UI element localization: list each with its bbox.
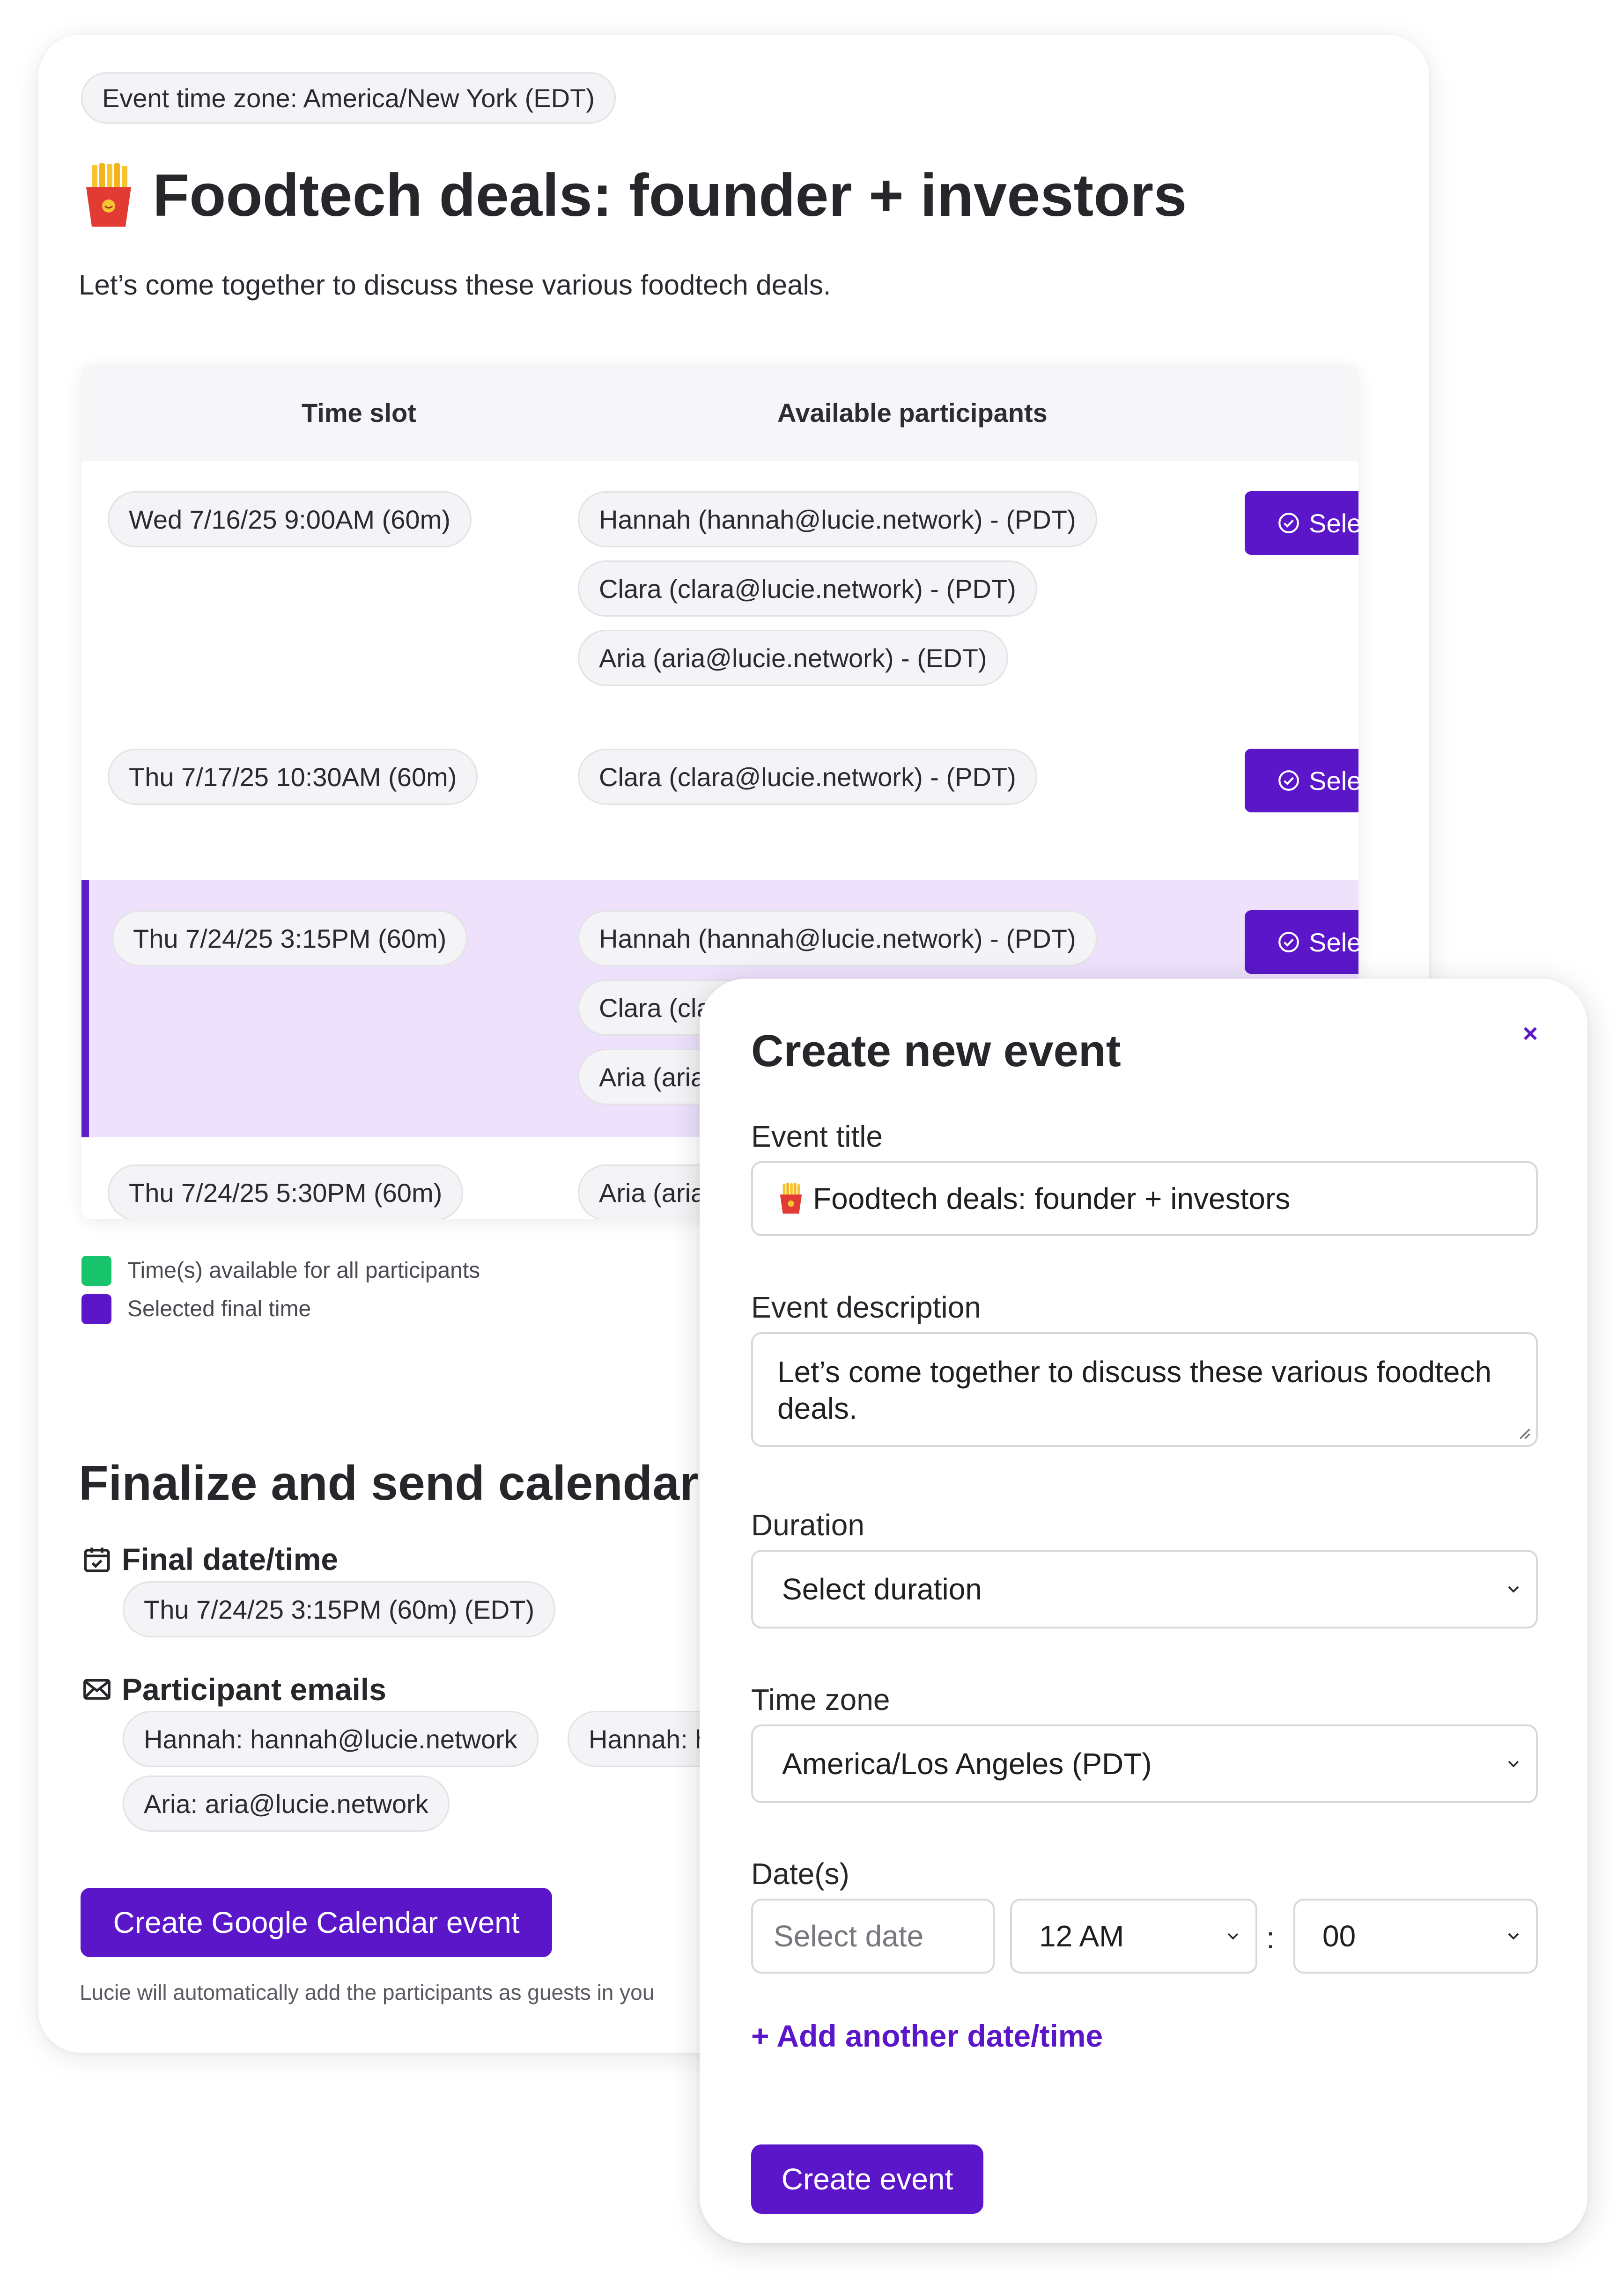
participant-emails-label: Participant emails [122, 1672, 386, 1707]
time-slot-chip: Wed 7/16/25 9:00AM (60m) [108, 491, 472, 547]
minute-value: 00 [1322, 1919, 1356, 1953]
select-slot-button[interactable]: Select [1245, 910, 1358, 974]
chevron-down-icon [1227, 1933, 1239, 1940]
legend-label: Time(s) available for all participants [127, 1258, 480, 1283]
date-picker-input[interactable]: Select date [751, 1899, 995, 1974]
resize-grip-icon[interactable] [1515, 1424, 1531, 1440]
date-placeholder: Select date [774, 1919, 924, 1953]
participant-chip: Aria (aria@lucie.network) - (EDT) [578, 630, 1008, 686]
timezone-select[interactable]: America/Los Angeles (PDT) [751, 1724, 1538, 1803]
event-description-textarea[interactable]: Let’s come together to discuss these var… [751, 1332, 1538, 1447]
duration-select[interactable]: Select duration [751, 1550, 1538, 1628]
event-description-label: Event description [751, 1290, 981, 1324]
select-slot-button[interactable]: Select [1245, 491, 1358, 555]
page-title: Foodtech deals: founder + investors [153, 162, 1187, 229]
select-slot-button[interactable]: Select [1245, 749, 1358, 812]
hour-value: 12 AM [1039, 1919, 1124, 1953]
table-header: Time slot Available participants [81, 365, 1358, 461]
legend-swatch-selected [81, 1294, 111, 1324]
event-description: Let’s come together to discuss these var… [79, 269, 831, 301]
page-title-row: Foodtech deals: founder + investors [81, 161, 1187, 230]
final-datetime-label: Final date/time [122, 1542, 339, 1577]
event-title-value: Foodtech deals: founder + investors [813, 1182, 1291, 1216]
event-title-label: Event title [751, 1120, 883, 1153]
event-timezone-chip: Event time zone: America/New York (EDT) [81, 72, 616, 124]
minute-select[interactable]: 00 [1293, 1899, 1538, 1974]
table-row: Thu 7/17/25 10:30AM (60m) Clara (clara@l… [81, 718, 1358, 835]
legend-label: Selected final time [127, 1297, 311, 1321]
create-event-modal: Create new event × Event title Foodtech … [700, 979, 1587, 2243]
timezone-label: Time zone [751, 1683, 890, 1717]
close-icon[interactable]: × [1516, 1018, 1544, 1048]
check-circle-icon [1278, 932, 1299, 952]
time-slot-chip: Thu 7/17/25 10:30AM (60m) [108, 749, 478, 805]
legend-swatch-available [81, 1256, 111, 1286]
modal-title: Create new event [751, 1026, 1121, 1076]
footnote: Lucie will automatically add the partici… [80, 1980, 655, 2004]
event-title-input[interactable]: Foodtech deals: founder + investors [751, 1161, 1538, 1236]
final-datetime-chip: Thu 7/24/25 3:15PM (60m) (EDT) [123, 1581, 556, 1637]
participant-emails-heading: Participant emails [81, 1672, 386, 1707]
chevron-down-icon [1508, 1933, 1519, 1940]
time-separator: : [1266, 1921, 1275, 1955]
fries-icon [86, 162, 131, 227]
add-datetime-link[interactable]: + Add another date/time [751, 2018, 1103, 2054]
create-event-button[interactable]: Create event [751, 2144, 983, 2214]
check-circle-icon [1278, 770, 1299, 791]
event-description-value: Let’s come together to discuss these var… [777, 1355, 1492, 1425]
select-label: Select [1309, 508, 1358, 538]
duration-label: Duration [751, 1508, 864, 1542]
select-label: Select [1309, 927, 1358, 957]
calendar-check-icon [84, 1547, 110, 1572]
timezone-value: America/Los Angeles (PDT) [782, 1747, 1152, 1781]
email-chip: Aria: aria@lucie.network [123, 1776, 450, 1832]
finalize-heading: Finalize and send calendar in [79, 1456, 755, 1510]
table-row: Wed 7/16/25 9:00AM (60m) Hannah (hannah@… [81, 461, 1358, 718]
fries-icon [780, 1183, 802, 1214]
select-label: Select [1309, 766, 1358, 796]
participant-chip: Clara (clara@lucie.network) - (PDT) [578, 749, 1037, 805]
check-circle-icon [1278, 513, 1299, 533]
column-header-time-slot: Time slot [302, 398, 416, 427]
chevron-down-icon [1508, 1761, 1519, 1768]
time-slot-chip: Thu 7/24/25 5:30PM (60m) [108, 1164, 464, 1219]
participant-chip: Hannah (hannah@lucie.network) - (PDT) [578, 491, 1097, 547]
dates-label: Date(s) [751, 1857, 849, 1891]
chevron-down-icon [1508, 1586, 1519, 1593]
duration-value: Select duration [782, 1572, 982, 1606]
participant-chip: Clara (clara@lucie.network) - (PDT) [578, 560, 1037, 617]
envelope-icon [83, 1679, 111, 1700]
time-slot-chip: Thu 7/24/25 3:15PM (60m) [112, 910, 468, 966]
hour-select[interactable]: 12 AM [1010, 1899, 1257, 1974]
participant-chip: Hannah (hannah@lucie.network) - (PDT) [578, 910, 1097, 966]
column-header-participants: Available participants [777, 398, 1048, 427]
email-chip: Hannah: hannah@lucie.network [123, 1711, 539, 1767]
final-datetime-heading: Final date/time [81, 1541, 338, 1577]
create-google-calendar-button[interactable]: Create Google Calendar event [81, 1888, 552, 1957]
